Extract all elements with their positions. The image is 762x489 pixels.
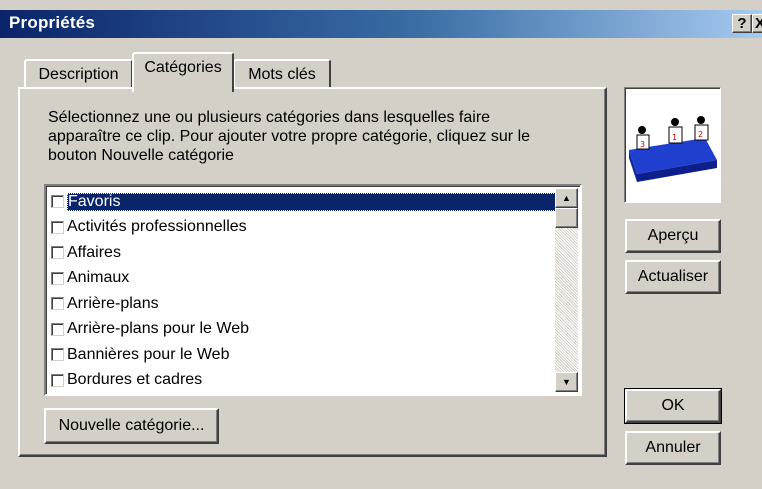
close-button[interactable]: X (752, 14, 762, 33)
list-item[interactable]: Bordures et cadres (48, 368, 558, 394)
figure-center: 1 (668, 118, 683, 144)
category-checkbox[interactable] (51, 246, 64, 260)
tab-description-label: Description (38, 66, 119, 83)
instructions-text: Sélectionnez une ou plusieurs catégories… (48, 109, 531, 164)
help-button[interactable]: ? (732, 14, 752, 33)
tab-keywords[interactable]: Mots clés (233, 59, 331, 89)
figure-right: 2 (694, 116, 709, 141)
scroll-up-button[interactable]: ▲ (555, 188, 578, 208)
categories-list: Favoris Activités professionnelles Affaire… (48, 189, 558, 393)
clip-preview: 3 1 2 (624, 87, 721, 203)
list-item[interactable]: Bannières pour le Web (48, 342, 558, 368)
svg-text:2: 2 (698, 130, 703, 139)
arrow-down-icon: ▼ (562, 377, 571, 387)
figure-left: 3 (636, 126, 650, 150)
category-checkbox[interactable] (51, 322, 64, 336)
category-label: Arrière-plans (67, 294, 159, 312)
vertical-scrollbar[interactable]: ▲ ▼ (555, 188, 578, 392)
category-label: Activités professionnelles (67, 218, 247, 236)
list-item[interactable]: Arrière-plans pour le Web (48, 317, 558, 343)
arrow-up-icon: ▲ (562, 193, 571, 203)
svg-text:1: 1 (672, 133, 677, 142)
category-checkbox[interactable] (51, 271, 64, 285)
scroll-down-button[interactable]: ▼ (555, 372, 578, 392)
window-title: Propriétés (9, 13, 96, 32)
category-checkbox[interactable] (51, 195, 64, 209)
tab-categories[interactable]: Catégories (132, 52, 234, 92)
category-checkbox[interactable] (51, 220, 64, 234)
title-bar[interactable]: Propriétés ? X (0, 10, 762, 38)
category-label: Favoris (67, 192, 558, 211)
close-icon: X (755, 15, 762, 32)
properties-dialog: Propriétés ? X Description Catégories Mo… (0, 0, 762, 489)
refresh-button[interactable]: Actualiser (625, 260, 721, 294)
tab-keywords-label: Mots clés (248, 66, 316, 83)
category-label: Arrière-plans pour le Web (67, 320, 250, 338)
scroll-thumb[interactable] (555, 208, 578, 228)
cancel-button[interactable]: Annuler (625, 431, 721, 465)
category-label: Affaires (67, 243, 121, 261)
tab-description[interactable]: Description (24, 59, 133, 89)
category-label: Animaux (67, 269, 130, 287)
podium-clipart-image: 3 1 2 (629, 116, 717, 182)
svg-text:3: 3 (640, 140, 645, 149)
categories-listbox[interactable]: Favoris Activités professionnelles Affaire… (44, 184, 582, 396)
category-checkbox[interactable] (51, 348, 64, 362)
category-checkbox[interactable] (51, 373, 64, 387)
help-icon: ? (737, 15, 747, 32)
list-item[interactable]: Activités professionnelles (48, 215, 558, 241)
tab-categories-label: Catégories (144, 59, 222, 76)
category-label: Bannières pour le Web (67, 345, 230, 363)
list-item[interactable]: Animaux (48, 266, 558, 292)
category-label: Bordures et cadres (67, 371, 203, 389)
ok-button[interactable]: OK (624, 388, 722, 424)
list-item[interactable]: Arrière-plans (48, 291, 558, 317)
preview-button[interactable]: Aperçu (625, 219, 721, 253)
list-item[interactable]: Favoris (48, 189, 558, 215)
new-category-button[interactable]: Nouvelle catégorie... (44, 408, 219, 444)
list-item[interactable]: Affaires (48, 240, 558, 266)
category-checkbox[interactable] (51, 297, 64, 311)
